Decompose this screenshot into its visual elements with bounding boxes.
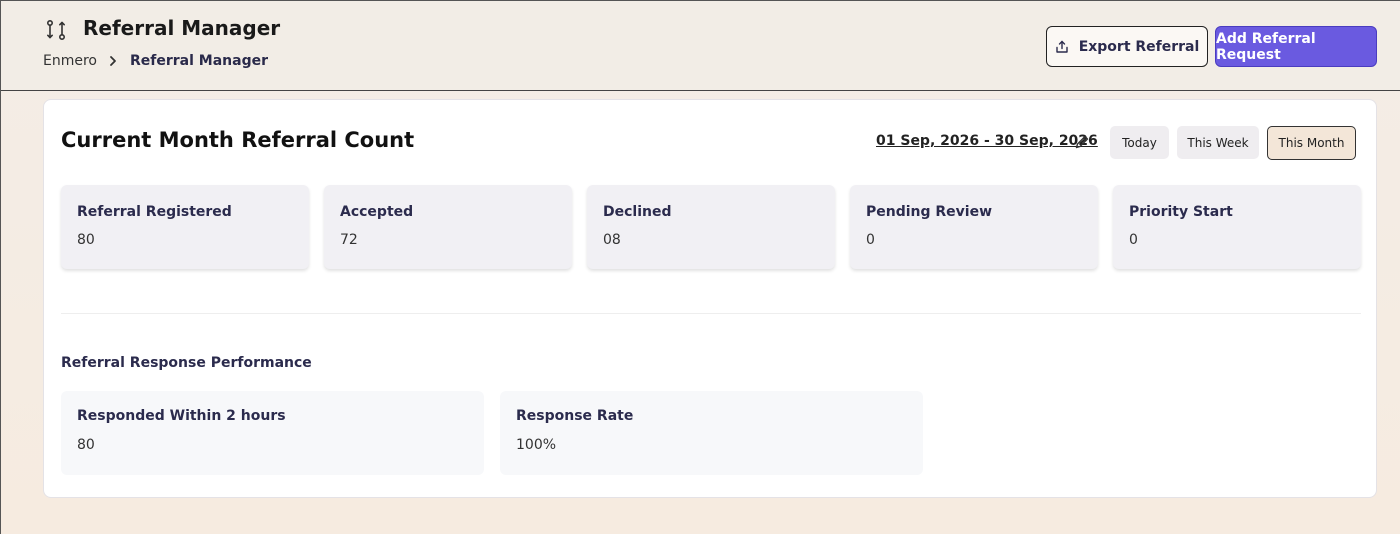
stat-label: Pending Review xyxy=(866,204,993,220)
filter-this-week-button[interactable]: This Week xyxy=(1177,126,1259,159)
stat-card-declined: Declined 08 xyxy=(587,185,835,269)
stat-card-pending-review: Pending Review 0 xyxy=(850,185,1098,269)
perf-value: 100% xyxy=(516,437,557,453)
export-referral-label: Export Referral xyxy=(1078,38,1200,55)
date-range-link[interactable]: 01 Sep, 2026 - 30 Sep, 2026 xyxy=(876,133,1098,149)
breadcrumb-root-link[interactable]: Enmero xyxy=(43,53,97,69)
stat-card-referral-registered: Referral Registered 80 xyxy=(61,185,309,269)
chevron-right-icon xyxy=(109,55,117,67)
pencil-edit-icon[interactable] xyxy=(1074,134,1090,150)
stat-card-priority-start: Priority Start 0 xyxy=(1113,185,1361,269)
perf-label: Responded Within 2 hours xyxy=(77,408,286,424)
stat-value: 0 xyxy=(1129,232,1138,248)
breadcrumb: Enmero Referral Manager xyxy=(43,53,268,69)
perf-card-response-rate: Response Rate 100% xyxy=(500,391,923,475)
filter-today-button[interactable]: Today xyxy=(1110,126,1169,159)
stat-label: Declined xyxy=(603,204,672,220)
stat-value: 08 xyxy=(603,232,621,248)
section-title: Referral Response Performance xyxy=(61,355,312,371)
card-title: Current Month Referral Count xyxy=(61,128,415,152)
add-referral-request-button[interactable]: Add Referral Request xyxy=(1215,26,1377,67)
referral-count-card: Current Month Referral Count 01 Sep, 202… xyxy=(43,99,1377,498)
divider xyxy=(61,313,1361,314)
export-referral-button[interactable]: Export Referral xyxy=(1046,26,1208,67)
stat-label: Referral Registered xyxy=(77,204,232,220)
filter-this-month-button[interactable]: This Month xyxy=(1267,126,1356,160)
stat-value: 80 xyxy=(77,232,95,248)
stat-value: 0 xyxy=(866,232,875,248)
page-title: Referral Manager xyxy=(83,16,281,40)
perf-label: Response Rate xyxy=(516,408,634,424)
stat-label: Accepted xyxy=(340,204,414,220)
stat-value: 72 xyxy=(340,232,358,248)
top-bar: Referral Manager Enmero Referral Manager… xyxy=(1,1,1400,91)
breadcrumb-current: Referral Manager xyxy=(129,53,268,69)
stat-card-accepted: Accepted 72 xyxy=(324,185,572,269)
perf-value: 80 xyxy=(77,437,95,453)
share-export-icon xyxy=(1055,40,1069,54)
stat-label: Priority Start xyxy=(1129,204,1233,220)
referral-flow-icon xyxy=(44,18,68,42)
perf-card-responded-within: Responded Within 2 hours 80 xyxy=(61,391,484,475)
